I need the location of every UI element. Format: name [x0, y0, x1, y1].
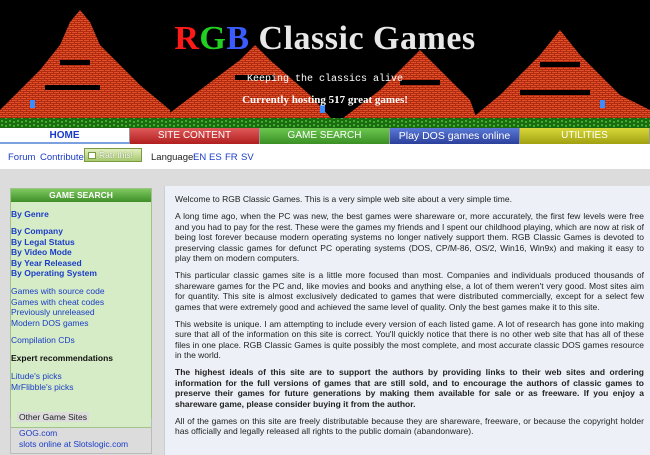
- intro-paragraph: Welcome to RGB Classic Games. This is a …: [175, 194, 512, 204]
- sub-nav: Forum Contribute Ratr this! Language: EN…: [0, 145, 650, 169]
- distribution-paragraph: All of the games on this site are freely…: [175, 415, 644, 437]
- title-letter-g: G: [199, 20, 227, 57]
- sidebar-by-video-mode[interactable]: By Video Mode: [11, 247, 72, 258]
- sidebar-by-year[interactable]: By Year Released: [11, 258, 82, 269]
- nav-tab-home[interactable]: HOME: [0, 128, 130, 144]
- main-area: GAME SEARCH By Genre By Company By Legal…: [0, 169, 650, 455]
- sidebar-cheat-codes[interactable]: Games with cheat codes: [11, 297, 104, 308]
- language-fr-link[interactable]: FR: [225, 152, 238, 163]
- other-game-sites: Other Game Sites GOG.com slots online at…: [10, 412, 152, 454]
- nav-tab-site-content[interactable]: SITE CONTENT: [130, 128, 260, 144]
- hosting-count: Currently hosting 517 great games!: [242, 94, 408, 106]
- sidebar-expert-heading: Expert recommendations: [11, 353, 114, 363]
- other-sites-legend: Other Game Sites: [17, 412, 90, 422]
- history-paragraph: A long time ago, when the PC was new, th…: [175, 211, 644, 263]
- sidebar-modern-dos[interactable]: Modern DOS games: [11, 318, 88, 329]
- rate-icon: [88, 152, 96, 160]
- unique-paragraph: This website is unique. I am attempting …: [175, 318, 644, 361]
- language-sv-link[interactable]: SV: [241, 152, 254, 163]
- gog-link[interactable]: GOG.com: [19, 428, 57, 438]
- rate-label: Ratr this!: [99, 150, 134, 160]
- sidebar-unreleased[interactable]: Previously unreleased: [11, 307, 95, 318]
- sidebar-litude-picks[interactable]: Litude's picks: [11, 371, 62, 382]
- sidebar-by-os[interactable]: By Operating System: [11, 268, 97, 279]
- focus-paragraph: This particular classic games site is a …: [175, 270, 644, 312]
- site-title: RGB Classic Games: [0, 20, 650, 58]
- title-rest: Classic Games: [258, 20, 476, 57]
- nav-tab-play-dos[interactable]: Play DOS games online: [390, 128, 520, 144]
- forum-link[interactable]: Forum: [8, 152, 35, 163]
- sidebar-source-code[interactable]: Games with source code: [11, 286, 105, 297]
- contribute-link[interactable]: Contribute: [40, 152, 84, 163]
- site-banner: RGB Classic Games Keeping the classics a…: [0, 0, 650, 128]
- slots-link[interactable]: slots online at Slotslogic.com: [19, 439, 128, 449]
- sidebar-by-legal-status[interactable]: By Legal Status: [11, 237, 75, 248]
- sidebar-by-company[interactable]: By Company: [11, 226, 63, 237]
- main-nav: HOME SITE CONTENT GAME SEARCH Play DOS g…: [0, 128, 650, 144]
- game-search-sidebar: GAME SEARCH By Genre By Company By Legal…: [10, 188, 152, 428]
- rate-this-button[interactable]: Ratr this!: [84, 148, 142, 162]
- language-es-link[interactable]: ES: [209, 152, 222, 163]
- site-tagline: Keeping the classics alive: [246, 74, 404, 85]
- sidebar-mrflibble-picks[interactable]: MrFlibble's picks: [11, 382, 74, 393]
- ideals-paragraph: The highest ideals of this site are to s…: [175, 367, 644, 409]
- sidebar-header: GAME SEARCH: [11, 189, 151, 202]
- main-content: Welcome to RGB Classic Games. This is a …: [164, 186, 650, 455]
- language-en-link[interactable]: EN: [193, 152, 206, 163]
- title-letter-b: B: [226, 20, 250, 57]
- sidebar-compilation-cds[interactable]: Compilation CDs: [11, 335, 75, 346]
- sidebar-by-genre[interactable]: By Genre: [11, 209, 49, 220]
- nav-tab-utilities[interactable]: UTILITIES: [520, 128, 650, 144]
- language-label: Language:: [151, 152, 196, 163]
- nav-tab-game-search[interactable]: GAME SEARCH: [260, 128, 390, 144]
- title-letter-r: R: [174, 20, 200, 57]
